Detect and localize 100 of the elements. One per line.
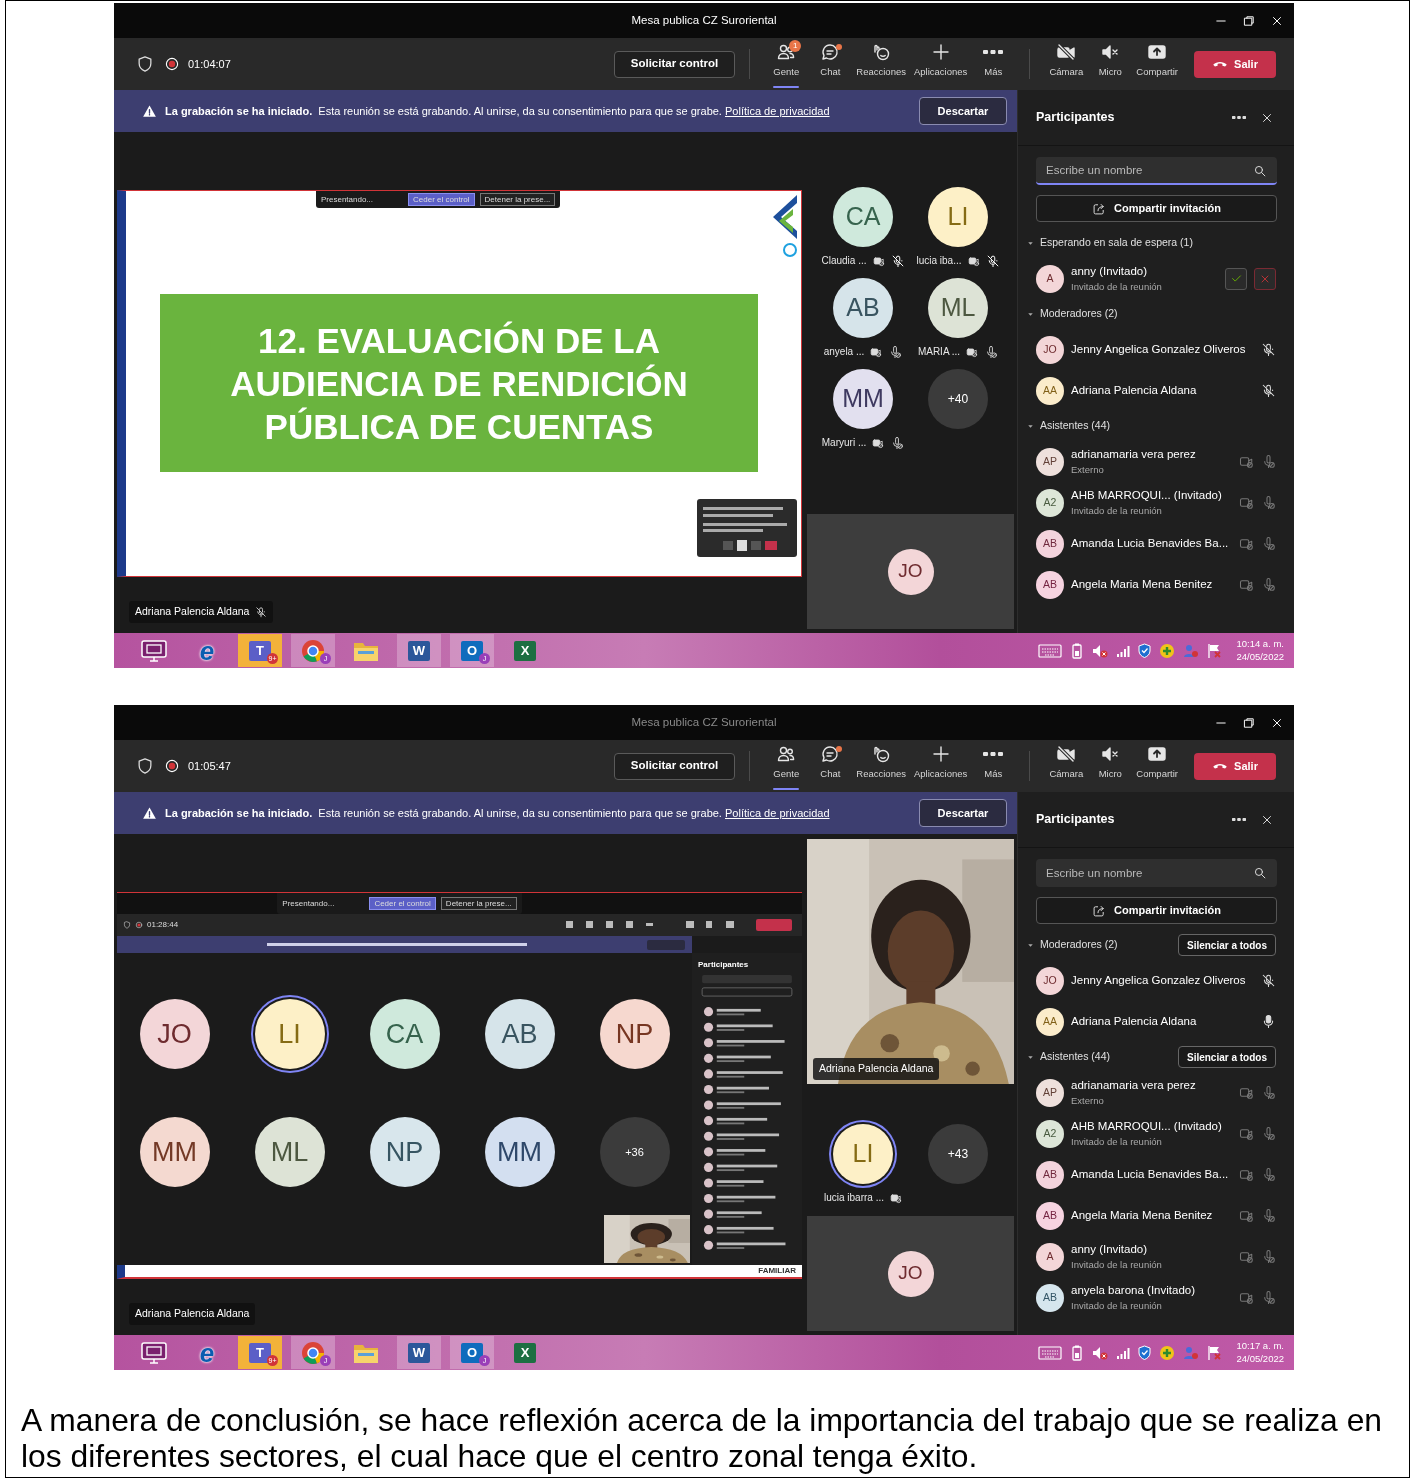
flag-icon[interactable] [1207, 1344, 1223, 1361]
participant-role: Invitado de la reunión [1071, 1299, 1163, 1313]
camera-off-icon [1239, 495, 1254, 510]
toolbar-button[interactable]: Reacciones [852, 740, 910, 792]
participant-name: Adriana Palencia Aldana [813, 1058, 940, 1080]
participant-name: Adriana Palencia Aldana [135, 1306, 250, 1322]
window-title: Mesa publica CZ Suroriental [631, 12, 777, 28]
keyboard-icon[interactable] [1038, 1345, 1063, 1360]
banner-message: La grabación se ha iniciado. Esta reunión se está grabando. Al unirse, da su consentimiento para que se grabe. Política de privacidad [165, 103, 830, 119]
signal-icon[interactable] [1116, 1345, 1131, 1360]
leave-button[interactable]: Salir [1194, 50, 1276, 78]
participant-name: anny (Invitado) [1071, 1241, 1149, 1257]
avatar: AB [484, 999, 555, 1069]
camera-off-icon [1239, 1208, 1254, 1223]
avatar: MM [139, 1117, 210, 1187]
toolbar-button[interactable]: Chat [808, 38, 853, 90]
more-participants-button[interactable]: +40 [928, 369, 988, 429]
request-control-button[interactable]: Solicitar control [613, 752, 736, 780]
flag-icon[interactable] [1207, 642, 1223, 659]
mic-off-icon [1261, 495, 1276, 510]
more-icon[interactable] [1232, 818, 1246, 821]
taskbar-button[interactable]: X [503, 1336, 547, 1369]
privacy-link[interactable]: Política de privacidad [725, 104, 830, 117]
search-icon [1253, 866, 1267, 880]
taskbar-button[interactable]: W [397, 1336, 441, 1369]
toolbar-button[interactable]: Gente [764, 740, 809, 792]
mic-off-icon [1261, 1208, 1276, 1223]
toolbar-button[interactable]: Aplicaciones [909, 740, 972, 792]
toolbar-button[interactable]: Cámara [1044, 38, 1089, 90]
presenting-label: Presentando... [282, 897, 335, 910]
toolbar-button[interactable]: Cámara [1044, 740, 1089, 792]
meeting-timer: 01:28:44 [147, 919, 179, 931]
plus-circle-icon[interactable] [1159, 642, 1176, 659]
panel-title: Participantes [1036, 811, 1115, 829]
search-field[interactable]: Escribe un nombre [1036, 157, 1277, 185]
check-icon [1229, 272, 1243, 285]
mic-off-icon [1261, 454, 1276, 469]
maximize-icon[interactable] [1242, 13, 1256, 28]
toolbar-button[interactable]: Micro [1088, 38, 1133, 90]
toolbar-button[interactable]: Detener la prese... [479, 193, 556, 206]
camera-off-icon [967, 254, 980, 267]
toolbar-button[interactable]: Detener la prese... [440, 897, 517, 910]
toolbar-button[interactable]: Aplicaciones [909, 38, 972, 90]
toolbar-button[interactable]: Chat [808, 740, 853, 792]
chat-icon [820, 744, 841, 764]
taskbar-button[interactable]: W [397, 634, 441, 667]
toolbar-button[interactable]: Reacciones [852, 38, 910, 90]
battery-icon[interactable] [1070, 642, 1085, 659]
camera-off-icon [1239, 536, 1254, 551]
plus-circle-icon[interactable] [1159, 1344, 1176, 1361]
more-participants-button[interactable]: +36 [599, 1117, 670, 1187]
keyboard-icon[interactable] [1038, 643, 1063, 658]
toolbar-button[interactable]: Micro [1088, 740, 1133, 792]
search-field[interactable]: Escribe un nombre [1036, 859, 1277, 887]
participant-role: Externo [1071, 1094, 1105, 1108]
avatar: JO [1036, 335, 1064, 364]
request-control-button[interactable]: Solicitar control [613, 50, 736, 78]
shield-icon[interactable] [1138, 643, 1152, 658]
toolbar-button[interactable]: Más [971, 740, 1016, 792]
dismiss-button[interactable]: Descartar [919, 97, 1007, 125]
avatar: AB [1036, 529, 1064, 558]
avatar: CA [833, 187, 893, 247]
mute-all-button[interactable]: Silenciar a todos [1177, 934, 1276, 956]
camera-off-icon [1239, 1085, 1254, 1100]
participant-name: Jenny Angelica Gonzalez Oliveros [1071, 341, 1246, 357]
leave-button[interactable]: Salir [1194, 752, 1276, 780]
more-participants-button[interactable]: +43 [928, 1124, 988, 1184]
participant-name: AHB MARROQUI... (Invitado) [1071, 1118, 1222, 1134]
mic-off-icon [1261, 1290, 1276, 1305]
plus-icon [930, 42, 951, 62]
notification-badge: 1 [789, 40, 802, 52]
battery-icon[interactable] [1070, 1344, 1085, 1361]
more-icon[interactable] [1232, 116, 1246, 119]
share-invite-button[interactable]: Compartir invitación [1036, 195, 1277, 222]
warning-icon [142, 103, 157, 119]
maximize-icon[interactable] [1242, 715, 1256, 730]
avatar: MM [484, 1117, 555, 1187]
toolbar-button[interactable]: Compartir [1132, 740, 1182, 792]
reject-button[interactable] [1254, 267, 1276, 290]
signal-icon[interactable] [1116, 643, 1131, 658]
share-invite-button[interactable]: Compartir invitación [1036, 897, 1277, 924]
camera-off-icon [872, 254, 885, 267]
share-icon [1092, 903, 1106, 918]
mute-all-button[interactable]: Silenciar a todos [1177, 1046, 1276, 1068]
privacy-link[interactable]: Política de privacidad [725, 806, 830, 819]
dismiss-button[interactable]: Descartar [919, 799, 1007, 827]
toolbar-button[interactable]: Ceder el control [369, 897, 436, 910]
section-title: Esperando en sala de espera (1) [1040, 235, 1193, 251]
toolbar-button[interactable]: Más [971, 38, 1016, 90]
taskbar-button[interactable]: X [503, 634, 547, 667]
participant-name: AHB MARROQUI... (Invitado) [1071, 487, 1222, 503]
participant-role: Invitado de la reunión [1071, 280, 1162, 294]
participant-name: Maryuri ... [821, 436, 867, 450]
toolbar-button[interactable]: Compartir [1132, 38, 1182, 90]
banner-message: La grabación se ha iniciado. Esta reunión se está grabando. Al unirse, da su consentimiento para que se grabe. Política de privacidad [165, 805, 830, 821]
participant-name: Adriana Palencia Aldana [135, 604, 250, 620]
toolbar-button[interactable]: Gente 1 [764, 38, 809, 90]
toolbar-button[interactable]: Ceder el control [408, 193, 475, 206]
shield-icon[interactable] [1138, 1345, 1152, 1360]
avatar: NP [599, 999, 670, 1069]
